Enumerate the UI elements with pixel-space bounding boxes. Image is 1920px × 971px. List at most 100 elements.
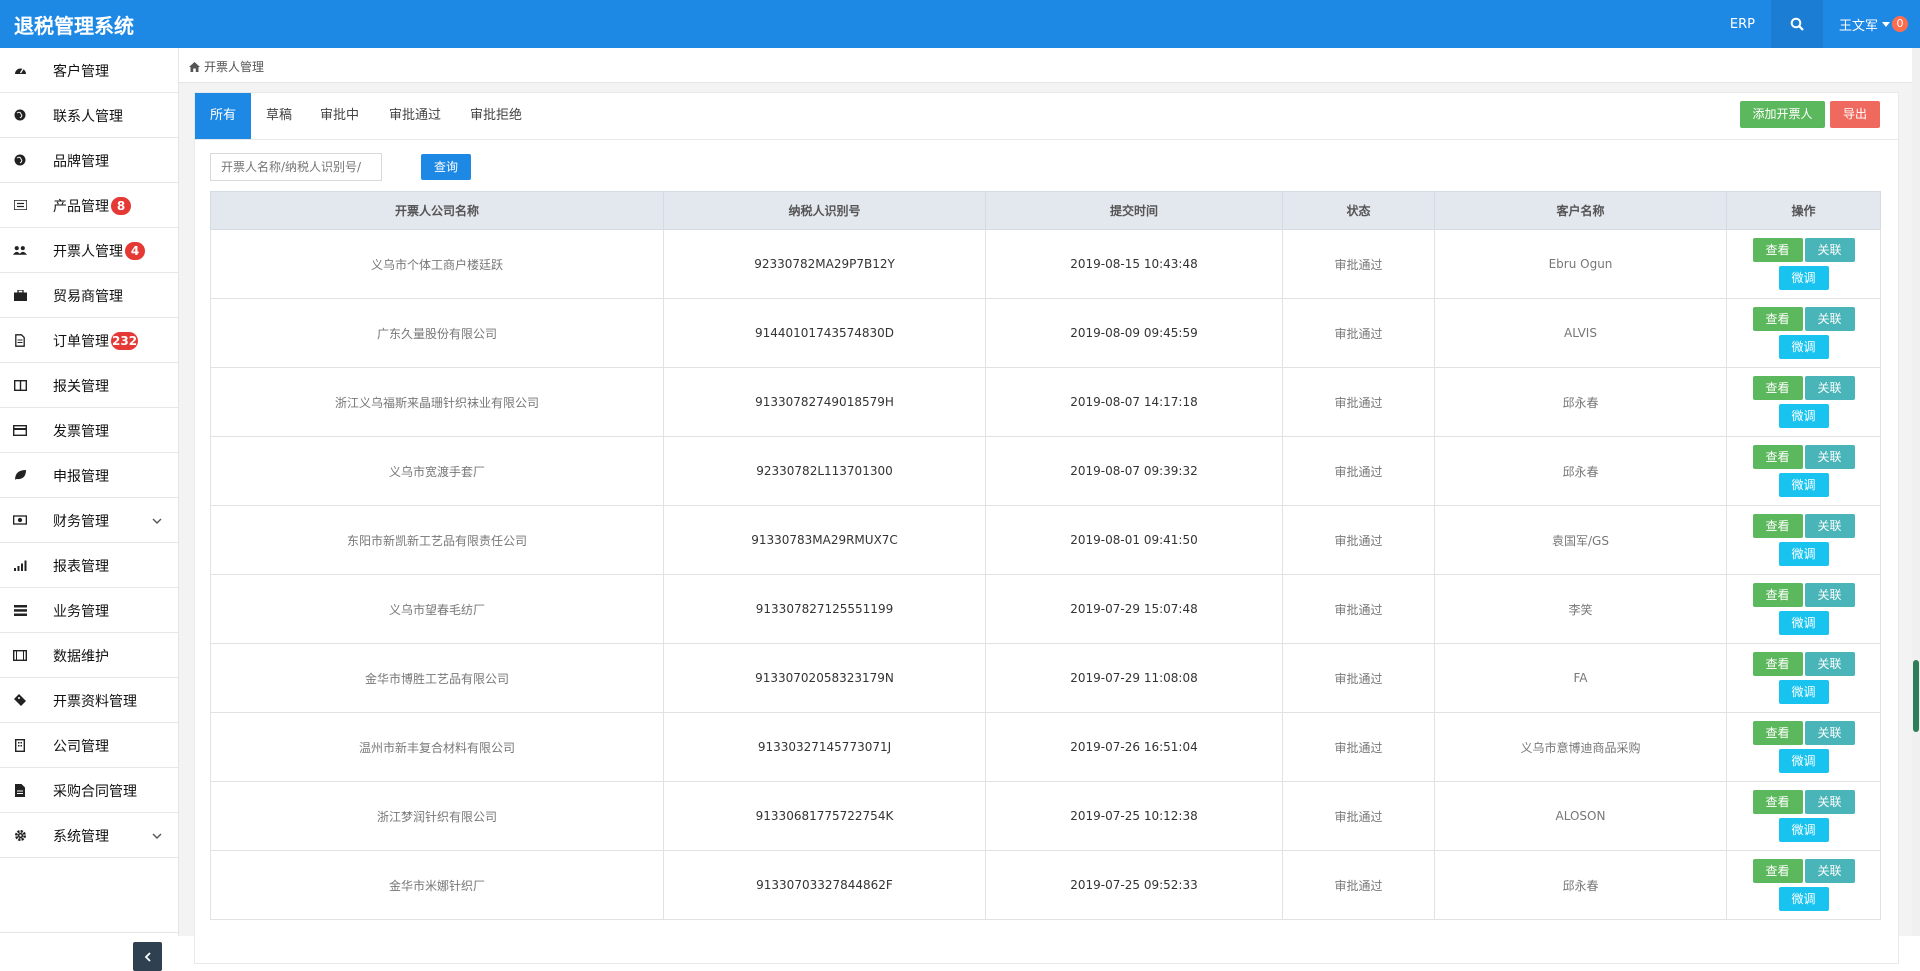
search-button[interactable] xyxy=(1770,0,1823,48)
link-button[interactable]: 关联 xyxy=(1804,721,1855,745)
actions-cell: 查看 关联微调 xyxy=(1726,781,1881,851)
building-icon xyxy=(13,738,27,752)
sidebar-item-label: 产品管理 8 xyxy=(53,196,131,216)
view-button[interactable]: 查看 xyxy=(1752,652,1803,676)
sidebar-item-12[interactable]: 业务管理 xyxy=(0,588,178,633)
sidebar-item-8[interactable]: 发票管理 xyxy=(0,408,178,453)
table-row: 东阳市新凯新工艺品有限责任公司 91330783MA29RMUX7C 2019-08… xyxy=(210,505,1881,575)
sidebar-item-0[interactable]: 客户管理 xyxy=(0,48,178,93)
sidebar-item-4[interactable]: 开票人管理 4 xyxy=(0,228,178,273)
erp-link[interactable]: ERP xyxy=(1714,17,1771,32)
sidebar-item-17[interactable]: 系统管理 xyxy=(0,813,178,858)
sidebar-item-15[interactable]: 公司管理 xyxy=(0,723,178,768)
link-button[interactable]: 关联 xyxy=(1804,790,1855,814)
sidebar-item-5[interactable]: 贸易商管理 xyxy=(0,273,178,318)
page-scrollbar[interactable] xyxy=(1912,48,1920,936)
col-submit-time: 提交时间 xyxy=(985,191,1283,230)
search-input[interactable] xyxy=(210,153,382,181)
sidebar-item-7[interactable]: 报关管理 xyxy=(0,363,178,408)
user-menu[interactable]: 王文军 0 xyxy=(1823,15,1920,34)
dashboard-icon xyxy=(13,63,27,77)
sidebar-item-14[interactable]: 开票资料管理 xyxy=(0,678,178,723)
table-row: 温州市新丰复合材料有限公司 91330327145773071J 2019-07-2… xyxy=(210,712,1881,782)
link-button[interactable]: 关联 xyxy=(1804,652,1855,676)
row-actions: 查看 关联微调 xyxy=(1750,512,1858,568)
actions-cell: 查看 关联微调 xyxy=(1726,505,1881,575)
view-button[interactable]: 查看 xyxy=(1752,445,1803,469)
tab-rejected[interactable]: 审批拒绝 xyxy=(455,93,537,139)
view-button[interactable]: 查看 xyxy=(1752,790,1803,814)
sidebar-item-label: 系统管理 xyxy=(53,829,109,845)
sidebar-item-16[interactable]: 采购合同管理 xyxy=(0,768,178,813)
link-button[interactable]: 关联 xyxy=(1804,514,1855,538)
breadcrumb-current[interactable]: 开票人管理 xyxy=(204,58,264,75)
sidebar-item-label: 客户管理 xyxy=(53,64,109,80)
user-name: 王文军 xyxy=(1838,18,1878,34)
adjust-button[interactable]: 微调 xyxy=(1778,266,1829,290)
adjust-button[interactable]: 微调 xyxy=(1778,749,1829,773)
adjust-button[interactable]: 微调 xyxy=(1778,335,1829,359)
count-badge: 8 xyxy=(111,197,131,215)
breadcrumb: 开票人管理 xyxy=(189,58,264,75)
view-button[interactable]: 查看 xyxy=(1752,859,1803,883)
sidebar-item-13[interactable]: 数据维护 xyxy=(0,633,178,678)
tab-draft[interactable]: 草稿 xyxy=(251,93,307,139)
sidebar-item-label: 发票管理 xyxy=(53,424,109,440)
link-button[interactable]: 关联 xyxy=(1804,859,1855,883)
status-cell: 审批通过 xyxy=(1282,574,1435,644)
link-button[interactable]: 关联 xyxy=(1804,238,1855,262)
customer-name-cell: 邱永春 xyxy=(1434,367,1727,437)
tab-pending[interactable]: 审批中 xyxy=(305,93,374,139)
tax-id-cell: 92330782L113701300 xyxy=(663,436,986,506)
view-button[interactable]: 查看 xyxy=(1752,721,1803,745)
link-button[interactable]: 关联 xyxy=(1804,307,1855,331)
view-button[interactable]: 查看 xyxy=(1752,376,1803,400)
adjust-button[interactable]: 微调 xyxy=(1778,542,1829,566)
chevron-down-icon xyxy=(152,833,162,839)
adjust-button[interactable]: 微调 xyxy=(1778,887,1829,911)
actions-cell: 查看 关联微调 xyxy=(1726,643,1881,713)
chevron-down-icon xyxy=(152,518,162,524)
tax-id-cell: 92330782MA29P7B12Y xyxy=(663,229,986,299)
link-button[interactable]: 关联 xyxy=(1804,445,1855,469)
adjust-button[interactable]: 微调 xyxy=(1778,404,1829,428)
tab-all[interactable]: 所有 xyxy=(195,93,252,139)
adjust-button[interactable]: 微调 xyxy=(1778,611,1829,635)
query-button[interactable]: 查询 xyxy=(421,154,471,180)
view-button[interactable]: 查看 xyxy=(1752,238,1803,262)
view-button[interactable]: 查看 xyxy=(1752,514,1803,538)
actions-cell: 查看 关联微调 xyxy=(1726,367,1881,437)
adjust-button[interactable]: 微调 xyxy=(1778,818,1829,842)
users-icon xyxy=(13,243,27,257)
sidebar-collapse-button[interactable] xyxy=(133,942,162,971)
row-actions: 查看 关联微调 xyxy=(1750,374,1858,430)
link-button[interactable]: 关联 xyxy=(1804,376,1855,400)
sidebar-item-2[interactable]: 品牌管理 xyxy=(0,138,178,183)
adjust-button[interactable]: 微调 xyxy=(1778,473,1829,497)
search-icon xyxy=(1790,17,1804,31)
sidebar-item-label: 申报管理 xyxy=(53,469,109,485)
customer-name-cell: ALVIS xyxy=(1434,298,1727,368)
tab-approved[interactable]: 审批通过 xyxy=(374,93,456,139)
tax-id-cell: 91330681775722754K xyxy=(663,781,986,851)
scrollbar-thumb[interactable] xyxy=(1913,660,1919,732)
submit-time-cell: 2019-08-15 10:43:48 xyxy=(985,229,1283,299)
view-button[interactable]: 查看 xyxy=(1752,583,1803,607)
add-invoicer-button[interactable]: 添加开票人 xyxy=(1740,101,1825,128)
link-button[interactable]: 关联 xyxy=(1804,583,1855,607)
status-tabs: 所有 草稿 审批中 审批通过 审批拒绝 添加开票人 导出 xyxy=(195,93,1898,140)
sidebar-item-3[interactable]: 产品管理 8 xyxy=(0,183,178,228)
export-button[interactable]: 导出 xyxy=(1830,101,1880,128)
customer-name-cell: FA xyxy=(1434,643,1727,713)
tax-id-cell: 91330782749018579H xyxy=(663,367,986,437)
sidebar-item-9[interactable]: 申报管理 xyxy=(0,453,178,498)
adjust-button[interactable]: 微调 xyxy=(1778,680,1829,704)
money-icon xyxy=(13,513,27,527)
sidebar-item-10[interactable]: 财务管理 xyxy=(0,498,178,543)
sidebar-item-11[interactable]: 报表管理 xyxy=(0,543,178,588)
sidebar: 客户管理联系人管理 品牌管理产品管理 8 开票人管理 4 贸易商管理 订单管理 232 报关管理… xyxy=(0,48,179,971)
sidebar-item-1[interactable]: 联系人管理 xyxy=(0,93,178,138)
sidebar-item-6[interactable]: 订单管理 232 xyxy=(0,318,178,363)
view-button[interactable]: 查看 xyxy=(1752,307,1803,331)
main-content: 开票人管理 所有 草稿 审批中 审批通过 审批拒绝 添加开票人 导出 查询 开票… xyxy=(179,48,1912,964)
